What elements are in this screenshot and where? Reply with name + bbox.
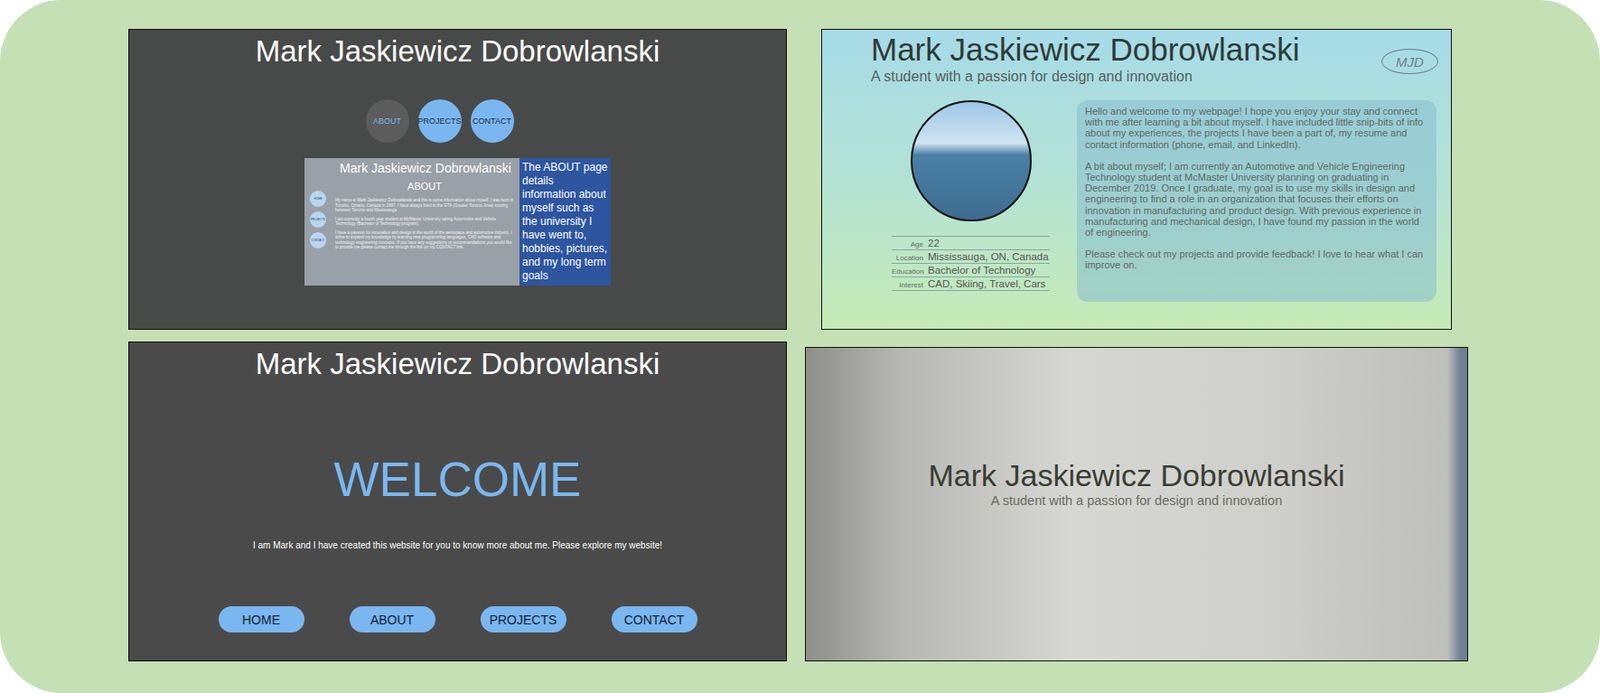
nav-button[interactable]: CONTACT xyxy=(611,606,698,633)
preview-title: Mark Jaskiewicz Dobrowlanski xyxy=(312,159,512,177)
circle-nav: ABOUTPROJECTSCONTACT xyxy=(365,99,551,143)
about-page-panel: Mark Jaskiewicz DobrowlanskiA student wi… xyxy=(821,28,1452,330)
about-body: Age22LocationMississauga, ON, CanadaEduc… xyxy=(891,100,1439,302)
info-label: Age xyxy=(891,240,924,249)
annotation-note: The ABOUT page details information about… xyxy=(519,158,611,286)
nav-button[interactable]: PROJECTS xyxy=(418,99,462,143)
info-value: CAD, Skiing, Travel, Cars xyxy=(927,277,1046,291)
info-label: Education xyxy=(891,267,924,276)
site-title: Mark Jaskiewicz Dobrowlanski xyxy=(255,346,660,383)
about-preview: Mark Jaskiewicz Dobrowlanski HOME PROJECTS… xyxy=(304,158,611,286)
intro-paragraph: Hello and welcome to my webpage! I hope … xyxy=(1085,105,1429,150)
info-value: Bachelor of Technology xyxy=(927,263,1036,277)
preview-heading: ABOUT xyxy=(335,179,515,193)
pill-nav: HOME ABOUT PROJECTS CONTACT xyxy=(218,606,698,633)
info-row: InterestCAD, Skiing, Travel, Cars xyxy=(891,276,1050,291)
preview-paragraph: My name is Mark Jaskiewicz Dobrowlanski … xyxy=(335,197,515,214)
landing-panel: Mark Jaskiewicz DobrowlanskiA student wi… xyxy=(804,346,1469,662)
info-row: LocationMississauga, ON, Canada xyxy=(891,249,1050,263)
preview-nav-button[interactable]: HOME xyxy=(309,190,327,207)
preview-screenshot: Mark Jaskiewicz Dobrowlanski HOME PROJECTS… xyxy=(304,158,520,286)
info-label: Interest xyxy=(891,280,924,290)
site-title: Mark Jaskiewicz Dobrowlanski xyxy=(255,33,660,70)
welcome-panel: Mark Jaskiewicz Dobrowlanski WELCOME I am … xyxy=(128,341,787,662)
welcome-heading: WELCOME xyxy=(334,452,582,507)
preview-nav: HOME PROJECTS CONTACT xyxy=(309,179,327,254)
site-subtitle: A student with a passion for design and … xyxy=(870,67,1301,86)
intro-paragraph: A bit about myself; I am currently an Au… xyxy=(1085,160,1429,238)
preview-nav-button[interactable]: CONTACT xyxy=(309,232,327,249)
showcase-board: Mark Jaskiewicz DobrowlanskiABOUTPROJECT… xyxy=(0,0,1600,693)
info-row: Age22 xyxy=(891,235,1050,250)
site-title: Mark Jaskiewicz Dobrowlanski xyxy=(927,458,1345,493)
preview-body: HOME PROJECTS CONTACT ABOUT My name is Mark … xyxy=(309,179,515,254)
site-title: Mark Jaskiewicz Dobrowlanski xyxy=(870,31,1301,68)
info-table: Age22LocationMississauga, ON, CanadaEduc… xyxy=(891,235,1050,291)
profile-column: Age22LocationMississauga, ON, CanadaEduc… xyxy=(891,100,1050,291)
nav-button[interactable]: PROJECTS xyxy=(480,606,567,633)
info-label: Location xyxy=(891,253,924,262)
preview-content: ABOUT My name is Mark Jaskiewicz Dobrowla… xyxy=(335,179,515,254)
preview-paragraph: I have a passion for innovation and desi… xyxy=(335,230,515,251)
intro-paragraph: Please check out my projects and provide… xyxy=(1085,248,1429,271)
intro-box: Hello and welcome to my webpage! I hope … xyxy=(1076,100,1437,302)
site-subtitle: A student with a passion for design and … xyxy=(991,492,1282,509)
nav-button[interactable]: ABOUT xyxy=(365,99,410,143)
nav-button[interactable]: HOME xyxy=(218,606,305,633)
info-value: Mississauga, ON, Canada xyxy=(927,250,1049,263)
info-row: EducationBachelor of Technology xyxy=(891,262,1050,277)
preview-paragraph: I am currently a fourth year student at … xyxy=(335,216,515,227)
header: Mark Jaskiewicz DobrowlanskiA student wi… xyxy=(870,31,1439,86)
nav-button[interactable]: ABOUT xyxy=(349,606,436,633)
profile-photo xyxy=(910,100,1032,222)
info-value: 22 xyxy=(927,236,940,250)
preview-nav-button[interactable]: PROJECTS xyxy=(309,211,327,228)
header-text: Mark Jaskiewicz DobrowlanskiA student wi… xyxy=(870,31,1301,86)
nav-button[interactable]: CONTACT xyxy=(470,99,515,143)
about-mockup-panel: Mark Jaskiewicz DobrowlanskiABOUTPROJECT… xyxy=(128,28,787,330)
welcome-text: I am Mark and I have created this websit… xyxy=(252,539,663,553)
mjd-logo: MJD xyxy=(1381,48,1439,75)
